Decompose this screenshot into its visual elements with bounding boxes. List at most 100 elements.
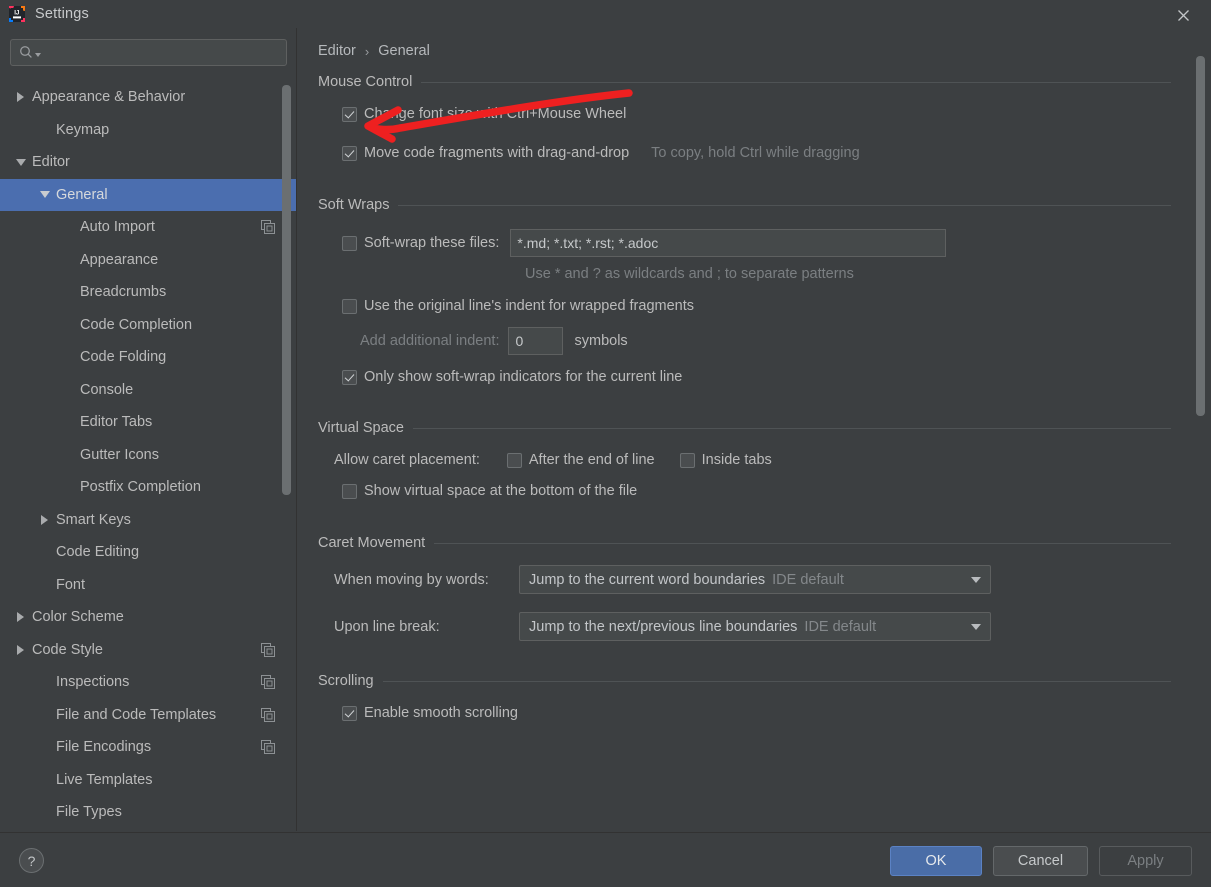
sidebar-item-code-editing[interactable]: Code Editing: [0, 536, 297, 569]
checkbox-only-show-indicators[interactable]: [342, 370, 357, 385]
combo-suffix-when-moving-by-words: IDE default: [772, 572, 844, 588]
copy-settings-icon: [261, 708, 275, 722]
sidebar-item-console[interactable]: Console: [0, 374, 297, 407]
sidebar-scrollbar-thumb[interactable]: [282, 85, 291, 495]
sidebar-item-live-templates[interactable]: Live Templates: [0, 764, 297, 797]
chevron-right-icon[interactable]: [14, 611, 27, 624]
cancel-button-label: Cancel: [1018, 853, 1063, 869]
sidebar-item-label: Code Completion: [80, 318, 192, 333]
group-title: Virtual Space: [318, 420, 413, 436]
breadcrumb-parent[interactable]: Editor: [318, 43, 356, 59]
group-header-mouse-control: Mouse Control: [298, 74, 1191, 90]
chevron-down-icon[interactable]: [971, 577, 981, 583]
sidebar-item-appearance-behavior[interactable]: Appearance & Behavior: [0, 81, 297, 114]
sidebar-item-file-and-code-templates[interactable]: File and Code Templates: [0, 699, 297, 732]
checkbox-original-indent[interactable]: [342, 299, 357, 314]
combo-suffix-upon-line-break: IDE default: [804, 619, 876, 635]
apply-button[interactable]: Apply: [1099, 846, 1192, 876]
checkbox-after-end-of-line[interactable]: [507, 453, 522, 468]
checkbox-label-change-font-size: Change font size with Ctrl+Mouse Wheel: [364, 106, 626, 122]
checkbox-enable-smooth-scrolling[interactable]: [342, 706, 357, 721]
sidebar-item-code-completion[interactable]: Code Completion: [0, 309, 297, 342]
sidebar-item-label: Editor Tabs: [80, 415, 152, 430]
chevron-down-icon[interactable]: [38, 188, 51, 201]
chevron-down-icon[interactable]: [971, 624, 981, 630]
settings-tree: Appearance & Behavior Keymap Editor General…: [0, 81, 297, 831]
checkbox-row-move-code-fragments[interactable]: Move code fragments with drag-and-drop T…: [298, 145, 1191, 161]
ok-button[interactable]: OK: [890, 846, 982, 876]
sidebar-item-breadcrumbs[interactable]: Breadcrumbs: [0, 276, 297, 309]
settings-sidebar: Appearance & Behavior Keymap Editor General…: [0, 28, 297, 831]
sidebar-item-postfix-completion[interactable]: Postfix Completion: [0, 471, 297, 504]
sidebar-item-label: File and Code Templates: [56, 708, 216, 723]
soft-wrap-files-input[interactable]: [510, 229, 946, 257]
checkbox-inside-tabs[interactable]: [680, 453, 695, 468]
sidebar-item-keymap[interactable]: Keymap: [0, 114, 297, 147]
sidebar-item-editor[interactable]: Editor: [0, 146, 297, 179]
settings-content: Mouse Control Change font size with Ctrl…: [298, 74, 1191, 721]
cancel-button[interactable]: Cancel: [993, 846, 1088, 876]
checkbox-change-font-size[interactable]: [342, 107, 357, 122]
group-divider: [434, 543, 1171, 544]
checkbox-move-code-fragments[interactable]: [342, 146, 357, 161]
title-bar: IJ Settings: [0, 0, 1211, 28]
sidebar-item-file-encodings[interactable]: File Encodings: [0, 731, 297, 764]
sidebar-item-file-types[interactable]: File Types: [0, 796, 297, 829]
group-scrolling: Scrolling Enable smooth scrolling: [298, 673, 1191, 721]
checkbox-show-virtual-space[interactable]: [342, 484, 357, 499]
copy-settings-icon: [261, 643, 275, 657]
help-button[interactable]: ?: [19, 848, 44, 873]
dialog-footer: ? OK Cancel Apply: [0, 832, 1211, 887]
additional-indent-input[interactable]: [508, 327, 563, 355]
checkbox-row-only-show-indicators[interactable]: Only show soft-wrap indicators for the c…: [298, 369, 1191, 385]
checkbox-row-soft-wrap-files[interactable]: Soft-wrap these files:: [298, 229, 1191, 257]
combo-when-moving-by-words[interactable]: Jump to the current word boundaries IDE …: [519, 565, 991, 594]
combo-upon-line-break[interactable]: Jump to the next/previous line boundarie…: [519, 612, 991, 641]
breadcrumb: Editor › General: [318, 43, 430, 59]
sidebar-item-font[interactable]: Font: [0, 569, 297, 602]
sidebar-item-appearance[interactable]: Appearance: [0, 244, 297, 277]
sidebar-item-code-folding[interactable]: Code Folding: [0, 341, 297, 374]
sidebar-item-auto-import[interactable]: Auto Import: [0, 211, 297, 244]
chevron-right-icon[interactable]: [14, 91, 27, 104]
sidebar-item-smart-keys[interactable]: Smart Keys: [0, 504, 297, 537]
checkbox-label-enable-smooth-scrolling: Enable smooth scrolling: [364, 705, 518, 721]
sidebar-item-code-style[interactable]: Code Style: [0, 634, 297, 667]
checkbox-row-show-virtual-space[interactable]: Show virtual space at the bottom of the …: [298, 483, 1191, 499]
search-input[interactable]: [41, 44, 286, 61]
window-title: Settings: [35, 6, 89, 22]
checkbox-row-original-indent[interactable]: Use the original line's indent for wrapp…: [298, 298, 1191, 314]
group-soft-wraps: Soft Wraps Soft-wrap these files: Use * …: [298, 197, 1191, 385]
sidebar-item-label: Editor: [32, 155, 70, 170]
group-virtual-space: Virtual Space Allow caret placement: Aft…: [298, 420, 1191, 499]
checkbox-soft-wrap-files[interactable]: [342, 236, 357, 251]
chevron-right-icon[interactable]: [14, 643, 27, 656]
checkbox-row-change-font-size[interactable]: Change font size with Ctrl+Mouse Wheel: [298, 106, 1191, 122]
group-mouse-control: Mouse Control Change font size with Ctrl…: [298, 74, 1191, 161]
sidebar-item-label: Keymap: [56, 123, 109, 138]
sidebar-item-inspections[interactable]: Inspections: [0, 666, 297, 699]
sidebar-item-gutter-icons[interactable]: Gutter Icons: [0, 439, 297, 472]
copy-settings-icon: [261, 740, 275, 754]
sidebar-item-general[interactable]: General: [0, 179, 297, 212]
group-title: Caret Movement: [318, 535, 434, 551]
close-icon[interactable]: [1171, 4, 1195, 26]
sidebar-item-label: Font: [56, 578, 85, 593]
sidebar-item-label: Auto Import: [80, 220, 155, 235]
sidebar-item-label: Code Style: [32, 643, 103, 658]
copy-settings-icon: [261, 220, 275, 234]
main-scrollbar-thumb[interactable]: [1196, 56, 1205, 416]
sidebar-item-editor-tabs[interactable]: Editor Tabs: [0, 406, 297, 439]
sidebar-item-color-scheme[interactable]: Color Scheme: [0, 601, 297, 634]
svg-text:IJ: IJ: [14, 10, 20, 17]
hint-wildcards: Use * and ? as wildcards and ; to separa…: [525, 266, 854, 282]
checkbox-label-show-virtual-space: Show virtual space at the bottom of the …: [364, 483, 637, 499]
label-when-moving-by-words: When moving by words:: [334, 572, 519, 588]
chevron-right-icon[interactable]: [38, 513, 51, 526]
group-header-soft-wraps: Soft Wraps: [298, 197, 1191, 213]
sidebar-item-label: Color Scheme: [32, 610, 124, 625]
checkbox-row-enable-smooth-scrolling[interactable]: Enable smooth scrolling: [298, 705, 1191, 721]
search-box[interactable]: [10, 39, 287, 66]
chevron-down-icon[interactable]: [14, 156, 27, 169]
group-header-virtual-space: Virtual Space: [298, 420, 1191, 436]
